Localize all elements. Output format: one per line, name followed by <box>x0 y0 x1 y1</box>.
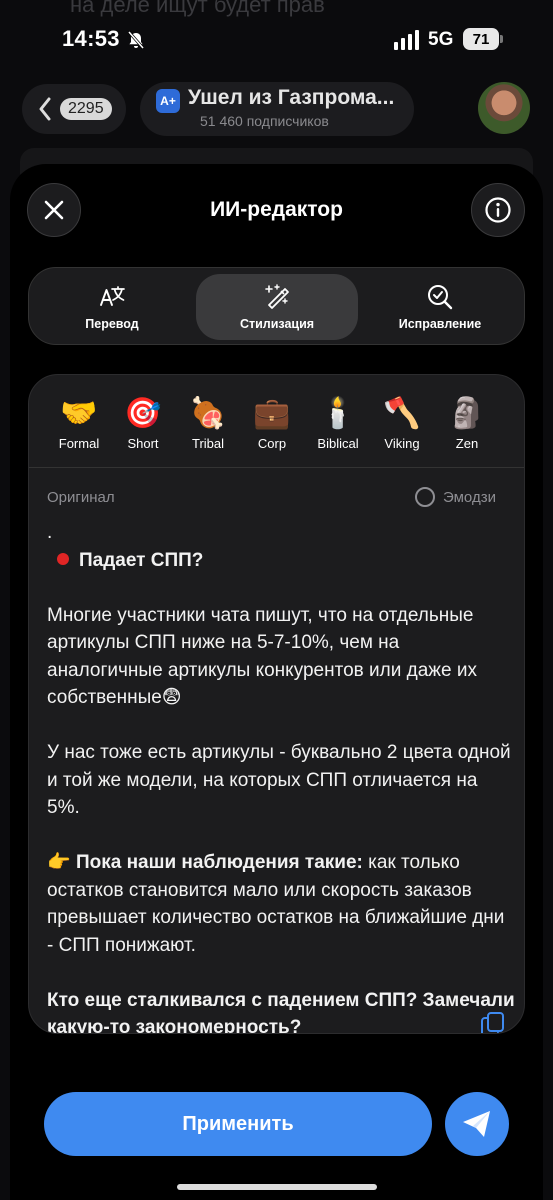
tab-correct[interactable]: Исправление <box>359 274 521 340</box>
tab-translate-label: Перевод <box>85 316 139 331</box>
style-label: Short <box>127 436 159 451</box>
ai-editor-sheet: ИИ-редактор Перевод Стилизация Исправлен… <box>10 164 543 1200</box>
style-corp[interactable]: 💼 Corp <box>240 395 304 451</box>
style-label: Biblical <box>317 436 359 451</box>
meat-icon: 🍖 <box>189 397 227 430</box>
status-bar: 14:53 5G 71 <box>0 0 553 80</box>
style-viking[interactable]: 🪓 Viking <box>370 395 434 451</box>
emoji-toggle-label: Эмодзи <box>443 488 496 506</box>
tab-translate[interactable]: Перевод <box>31 274 193 340</box>
info-icon <box>485 197 511 223</box>
avatar[interactable] <box>478 82 530 134</box>
moai-icon: 🗿 <box>448 397 486 430</box>
channel-logo: A+ <box>156 89 180 113</box>
briefcase-icon: 💼 <box>253 397 291 430</box>
channel-title: Ушел из Газпрома... <box>188 86 395 109</box>
style-zen[interactable]: 🗿 Zen <box>435 395 499 451</box>
style-biblical[interactable]: 🕯️ Biblical <box>306 395 370 451</box>
copy-icon[interactable] <box>480 1011 506 1034</box>
tab-stylize[interactable]: Стилизация <box>196 274 358 340</box>
handshake-icon: 🤝 <box>60 397 98 430</box>
candle-icon: 🕯️ <box>319 397 357 430</box>
magic-wand-icon <box>265 283 289 309</box>
spellcheck-icon <box>428 284 453 309</box>
text-paragraph-2: У нас тоже есть артикулы - буквально 2 ц… <box>47 742 511 818</box>
style-label: Formal <box>58 436 100 451</box>
status-time: 14:53 <box>62 26 120 51</box>
radio-icon <box>415 487 435 507</box>
emoji-toggle[interactable]: Эмодзи <box>415 487 496 507</box>
style-short[interactable]: 🎯 Short <box>111 395 175 451</box>
send-button[interactable] <box>445 1092 509 1156</box>
red-circle-icon <box>57 552 69 565</box>
text-heading-line: Падает СПП? <box>47 547 515 575</box>
tab-stylize-label: Стилизация <box>239 316 315 331</box>
mode-tabs: Перевод Стилизация Исправление <box>28 267 525 345</box>
text-heading: Падает СПП? <box>79 549 204 571</box>
axe-icon: 🪓 <box>383 397 421 430</box>
original-label: Оригинал <box>47 489 115 506</box>
info-button[interactable] <box>471 183 525 237</box>
battery-icon: 71 <box>463 28 499 50</box>
text-paragraph-1: Многие участники чата пишут, что на отде… <box>47 604 477 709</box>
editor-card: 🤝 Formal 🎯 Short 🍖 Tribal 💼 Corp 🕯️ Bibl… <box>28 374 525 1034</box>
text-paragraph-4: Кто еще сталкивался с падением СПП? Заме… <box>47 989 515 1034</box>
style-tribal[interactable]: 🍖 Tribal <box>176 395 240 451</box>
unread-count-badge: 2295 <box>60 98 112 120</box>
home-indicator <box>177 1184 377 1190</box>
style-picker: 🤝 Formal 🎯 Short 🍖 Tribal 💼 Corp 🕯️ Bibl… <box>29 387 524 457</box>
chevron-left-icon <box>39 97 51 121</box>
style-label: Zen <box>455 436 479 451</box>
divider <box>29 467 524 468</box>
pointing-hand-icon: 👉 <box>47 852 71 873</box>
chat-header: 2295 A+ Ушел из Газпрома... 51 460 подпи… <box>0 82 553 138</box>
sheet-title: ИИ-редактор <box>210 198 343 221</box>
channel-title-pill[interactable]: A+ Ушел из Газпрома... 51 460 подписчико… <box>140 82 414 136</box>
text-dot: . <box>47 522 53 543</box>
text-paragraph-3-bold: Пока наши наблюдения такие: <box>75 852 363 873</box>
translate-icon <box>100 285 125 306</box>
back-button[interactable]: 2295 <box>22 84 126 134</box>
network-type: 5G <box>428 29 454 50</box>
battery-tip <box>500 35 503 43</box>
message-text: . Падает СПП? Многие участники чата пишу… <box>47 519 515 1034</box>
target-icon: 🎯 <box>124 397 162 430</box>
signal-icon <box>394 30 419 50</box>
style-label: Corp <box>257 436 287 451</box>
apply-button[interactable]: Применить <box>44 1092 432 1156</box>
send-icon <box>463 1111 490 1137</box>
style-label: Tribal <box>191 436 225 451</box>
channel-subscribers: 51 460 подписчиков <box>200 113 329 129</box>
text-paragraph-3: 👉 Пока наши наблюдения такие: как только… <box>47 849 515 959</box>
tab-correct-label: Исправление <box>398 316 482 331</box>
bell-muted-icon <box>127 31 145 49</box>
sheet-header: ИИ-редактор <box>10 164 543 254</box>
style-label: Viking <box>384 436 420 451</box>
style-formal[interactable]: 🤝 Formal <box>47 395 111 451</box>
